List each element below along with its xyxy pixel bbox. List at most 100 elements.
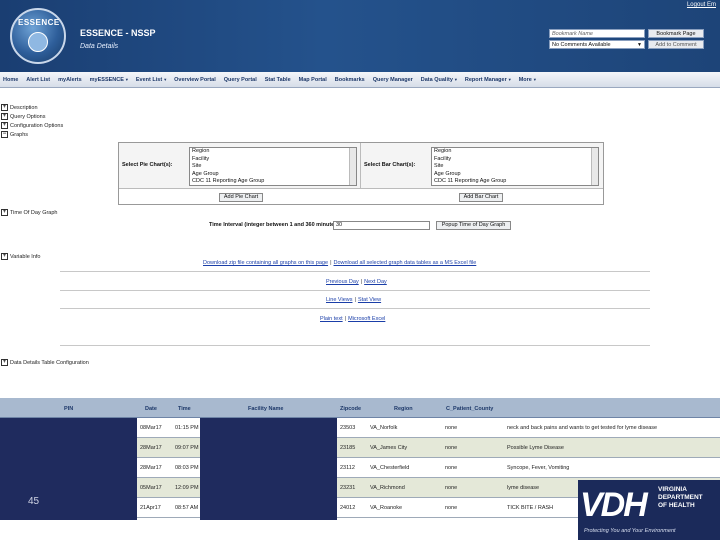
cell-zipcode: 23231 xyxy=(340,485,356,491)
stat-view-link[interactable]: Stat View xyxy=(358,297,381,303)
nav-bookmarks[interactable]: Bookmarks xyxy=(335,77,366,83)
nav-my-essence[interactable]: myESSENCE▼ xyxy=(90,77,129,83)
bookmark-page-button[interactable]: Bookmark Page xyxy=(648,29,704,38)
column-header-date[interactable]: Date xyxy=(145,406,157,412)
section-label: Description xyxy=(10,104,38,111)
cell-time: 12:09 PM xyxy=(175,485,199,491)
bar-chart-listbox[interactable]: Region Facility Site Age Group CDC 11 Re… xyxy=(431,147,599,186)
nav-more[interactable]: More▼ xyxy=(519,77,537,83)
nav-map-portal[interactable]: Map Portal xyxy=(299,77,328,83)
section-time-of-day[interactable]: + Time Of Day Graph xyxy=(1,209,57,216)
cell-county: none xyxy=(445,505,458,511)
export-links: Plain text | Microsoft Excel xyxy=(320,316,386,322)
column-header-region[interactable]: Region xyxy=(394,406,413,412)
nav-home[interactable]: Home xyxy=(3,77,19,83)
download-zip-link[interactable]: Download zip file containing all graphs … xyxy=(203,260,328,266)
nav-report-manager[interactable]: Report Manager▼ xyxy=(465,77,512,83)
column-header-time[interactable]: Time xyxy=(178,406,191,412)
expand-icon[interactable]: + xyxy=(1,104,8,111)
logout-link[interactable]: Logout Em xyxy=(687,2,716,8)
cell-complaint: neck and back pains and wants to get tes… xyxy=(507,425,658,431)
microsoft-excel-link[interactable]: Microsoft Excel xyxy=(348,316,385,322)
list-option[interactable]: Region xyxy=(432,148,598,156)
expand-icon[interactable]: + xyxy=(1,122,8,129)
pie-chart-listbox[interactable]: Region Facility Site Age Group CDC 11 Re… xyxy=(189,147,357,186)
divider xyxy=(60,290,650,291)
cell-complaint: Syncope, Fever, Vomiting xyxy=(507,465,570,471)
popup-time-of-day-button[interactable]: Popup Time of Day Graph xyxy=(436,221,511,230)
bar-chart-label: Select Bar Chart(s): xyxy=(364,162,416,168)
list-option[interactable]: Site xyxy=(432,163,598,171)
line-views-link[interactable]: Line Views xyxy=(326,297,353,303)
collapse-icon[interactable]: − xyxy=(1,131,8,138)
globe-icon xyxy=(28,32,48,52)
download-excel-link[interactable]: Download all selected graph data tables … xyxy=(334,260,477,266)
nav-data-quality[interactable]: Data Quality▼ xyxy=(421,77,458,83)
expand-icon[interactable]: + xyxy=(1,209,8,216)
section-label: Time Of Day Graph xyxy=(10,209,58,216)
expand-icon[interactable]: + xyxy=(1,253,8,260)
cell-county: none xyxy=(445,425,458,431)
section-configuration[interactable]: + Configuration Options xyxy=(1,122,63,129)
plain-text-link[interactable]: Plain text xyxy=(320,316,343,322)
list-option[interactable]: Site xyxy=(190,163,356,171)
expand-icon[interactable]: + xyxy=(1,113,8,120)
expand-icon[interactable]: + xyxy=(1,359,8,366)
add-comment-button[interactable]: Add to Comment xyxy=(648,40,704,49)
next-day-link[interactable]: Next Day xyxy=(364,279,387,285)
list-option[interactable]: Facility xyxy=(432,156,598,164)
essence-logo[interactable]: ESSENCE xyxy=(10,8,66,64)
listbox-scrollbar[interactable] xyxy=(349,148,356,185)
nav-stat-table[interactable]: Stat Table xyxy=(265,77,292,83)
time-interval-label: Time Interval (integer between 1 and 360… xyxy=(209,222,341,228)
main-nav: Home Alert List myAlerts myESSENCE▼ Even… xyxy=(0,72,720,88)
cell-region: VA_Roanoke xyxy=(370,505,403,511)
cell-time: 08:57 AM xyxy=(175,505,199,511)
listbox-scrollbar[interactable] xyxy=(591,148,598,185)
day-navigation: Previous Day | Next Day xyxy=(326,279,387,285)
nav-overview-portal[interactable]: Overview Portal xyxy=(174,77,217,83)
nav-query-manager[interactable]: Query Manager xyxy=(373,77,414,83)
previous-day-link[interactable]: Previous Day xyxy=(326,279,359,285)
nav-my-alerts[interactable]: myAlerts xyxy=(58,77,83,83)
cell-county: none xyxy=(445,445,458,451)
cell-complaint: Possible Lyme Disease xyxy=(507,445,564,451)
list-option[interactable]: Age Group xyxy=(432,171,598,179)
cell-region: VA_Chesterfield xyxy=(370,465,410,471)
cell-time: 08:03 PM xyxy=(175,465,199,471)
list-option[interactable]: Age Group xyxy=(190,171,356,179)
comments-select[interactable]: No Comments Available ▼ xyxy=(549,40,645,49)
section-variable-info[interactable]: + Variable Info xyxy=(1,253,40,260)
column-header-zipcode[interactable]: Zipcode xyxy=(340,406,361,412)
cell-zipcode: 23503 xyxy=(340,425,356,431)
section-table-config[interactable]: + Data Details Table Configuration xyxy=(1,359,89,366)
column-header-pin[interactable]: PIN xyxy=(64,406,73,412)
section-description[interactable]: + Description xyxy=(1,104,38,111)
cell-zipcode: 23185 xyxy=(340,445,356,451)
list-option[interactable]: Facility xyxy=(190,156,356,164)
section-label: Variable Info xyxy=(10,253,41,260)
cell-date: 28Mar17 xyxy=(140,445,162,451)
list-option[interactable]: CDC 11 Reporting Age Group xyxy=(190,178,356,185)
app-header: ESSENCE ESSENCE - NSSP Data Details Logo… xyxy=(0,0,720,72)
time-interval-input[interactable]: 30 xyxy=(333,221,430,230)
nav-query-portal[interactable]: Query Portal xyxy=(224,77,258,83)
cell-date: 05Mar17 xyxy=(140,485,162,491)
section-query-options[interactable]: + Query Options xyxy=(1,113,45,120)
bookmark-name-input[interactable]: Bookmark Name xyxy=(549,29,645,38)
cell-complaint: TICK BITE / RASH xyxy=(507,505,554,511)
section-label: Query Options xyxy=(10,113,46,120)
list-option[interactable]: CDC 11 Reporting Age Group xyxy=(432,178,598,185)
nav-event-list[interactable]: Event List▼ xyxy=(136,77,167,83)
nav-alert-list[interactable]: Alert List xyxy=(26,77,51,83)
list-option[interactable]: Region xyxy=(190,148,356,156)
vdh-logo: VDH VIRGINIA DEPARTMENT OF HEALTH Protec… xyxy=(578,480,720,540)
redacted-pin-block xyxy=(0,418,137,520)
add-pie-chart-button[interactable]: Add Pie Chart xyxy=(219,193,263,202)
add-bar-chart-button[interactable]: Add Bar Chart xyxy=(459,193,503,202)
section-graphs[interactable]: − Graphs xyxy=(1,131,28,138)
column-header-county[interactable]: C_Patient_County xyxy=(446,406,493,412)
column-header-facility[interactable]: Facility Name xyxy=(248,406,283,412)
page-subtitle: Data Details xyxy=(80,43,119,50)
vdh-line-3: OF HEALTH xyxy=(658,502,695,509)
